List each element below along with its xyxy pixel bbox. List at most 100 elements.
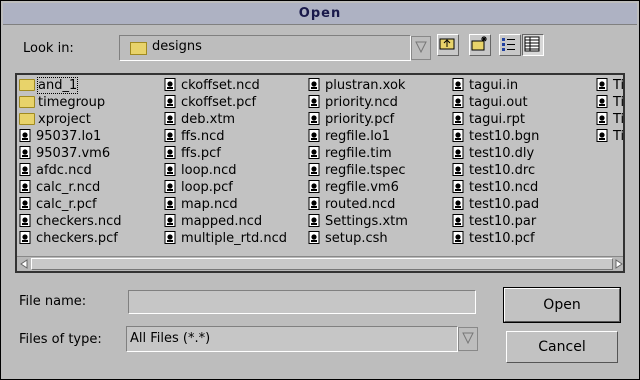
file-name: test10.drc	[469, 163, 536, 178]
file-name: 95037.lo1	[36, 129, 102, 144]
file-item[interactable]: ffs.pcf	[164, 145, 287, 162]
file-icon	[308, 146, 322, 159]
folder-item[interactable]: xproject	[19, 111, 121, 128]
file-name: checkers.pcf	[36, 231, 118, 246]
file-item[interactable]: calc_r.ncd	[19, 179, 121, 196]
file-item[interactable]: test10.drc	[452, 162, 539, 179]
file-icon	[19, 129, 33, 142]
file-name: test10.pad	[469, 197, 540, 212]
file-item[interactable]: loop.pcf	[164, 179, 287, 196]
file-item[interactable]: ckoffset.ncd	[164, 77, 287, 94]
file-icon	[452, 231, 466, 244]
file-name: test10.bgn	[469, 129, 540, 144]
file-item[interactable]: Tir	[596, 111, 623, 128]
file-icon	[452, 78, 466, 91]
file-item[interactable]: test10.pcf	[452, 230, 539, 247]
file-item[interactable]: test10.ncd	[452, 179, 539, 196]
file-item[interactable]: 95037.vm6	[19, 145, 121, 162]
folder-icon	[19, 96, 35, 108]
file-item[interactable]: Tir	[596, 128, 623, 145]
file-icon	[164, 129, 178, 142]
file-item[interactable]: multiple_rtd.ncd	[164, 230, 287, 247]
look-in-value: designs	[152, 39, 202, 54]
file-name: regfile.tspec	[325, 163, 406, 178]
file-name: 95037.vm6	[36, 146, 111, 161]
file-icon	[164, 112, 178, 125]
file-name: calc_r.pcf	[36, 197, 97, 212]
file-item[interactable]: Tir	[596, 94, 623, 111]
file-name: test10.dly	[469, 146, 535, 161]
file-item[interactable]: test10.bgn	[452, 128, 539, 145]
file-item[interactable]: priority.ncd	[308, 94, 408, 111]
file-item[interactable]: routed.ncd	[308, 196, 408, 213]
folder-icon	[130, 42, 147, 55]
up-one-level-button[interactable]	[437, 34, 459, 56]
file-icon	[452, 197, 466, 210]
folder-item[interactable]: and_1	[19, 77, 121, 94]
file-column: Tir Tir Tir Tir	[596, 77, 623, 145]
file-icon	[164, 163, 178, 176]
file-item[interactable]: test10.dly	[452, 145, 539, 162]
file-column: ckoffset.ncd ckoffset.pcf deb.xtm ffs.ncd ff…	[164, 77, 287, 247]
file-item[interactable]: tagui.out	[452, 94, 539, 111]
open-button[interactable]: Open	[503, 287, 621, 323]
file-item[interactable]: calc_r.pcf	[19, 196, 121, 213]
file-item[interactable]: checkers.ncd	[19, 213, 121, 230]
file-item[interactable]: regfile.tim	[308, 145, 408, 162]
file-icon	[308, 231, 322, 244]
file-item[interactable]: test10.pad	[452, 196, 539, 213]
file-name: ckoffset.pcf	[181, 95, 257, 110]
file-item[interactable]: ckoffset.pcf	[164, 94, 287, 111]
new-folder-button[interactable]	[469, 34, 491, 56]
scroll-left-icon[interactable]	[18, 258, 30, 270]
file-item[interactable]: deb.xtm	[164, 111, 287, 128]
look-in-dropdown-button[interactable]	[411, 36, 431, 60]
file-name: deb.xtm	[181, 112, 236, 127]
look-in-dropdown[interactable]: designs	[119, 35, 411, 61]
files-of-type-dropdown[interactable]: All Files (*.*)	[126, 326, 458, 352]
file-item[interactable]: regfile.tspec	[308, 162, 408, 179]
file-item[interactable]: ffs.ncd	[164, 128, 287, 145]
file-item[interactable]: mapped.ncd	[164, 213, 287, 230]
folder-item[interactable]: timegroup	[19, 94, 121, 111]
file-icon	[308, 95, 322, 108]
files-of-type-dropdown-button[interactable]	[458, 327, 478, 351]
file-list[interactable]: and_1 timegroup xproject 95037.lo1 95037.vm6…	[15, 73, 625, 273]
file-name: loop.ncd	[181, 163, 237, 178]
file-name: test10.ncd	[469, 180, 539, 195]
details-view-button[interactable]	[522, 34, 544, 56]
file-item[interactable]: regfile.vm6	[308, 179, 408, 196]
list-view-button[interactable]	[499, 34, 521, 56]
file-name: map.ncd	[181, 197, 238, 212]
file-item[interactable]: test10.par	[452, 213, 539, 230]
file-item[interactable]: 95037.lo1	[19, 128, 121, 145]
file-name: routed.ncd	[325, 197, 396, 212]
file-name: checkers.ncd	[36, 214, 122, 229]
files-of-type-value: All Files (*.*)	[130, 331, 211, 346]
file-icon	[452, 163, 466, 176]
file-name: test10.pcf	[469, 231, 535, 246]
file-name-input[interactable]	[128, 290, 476, 314]
file-item[interactable]: setup.csh	[308, 230, 408, 247]
file-item[interactable]: regfile.lo1	[308, 128, 408, 145]
file-item[interactable]: afdc.ncd	[19, 162, 121, 179]
file-item[interactable]: map.ncd	[164, 196, 287, 213]
up-folder-icon	[439, 38, 455, 50]
scrollbar-thumb[interactable]	[31, 258, 613, 270]
file-item[interactable]: tagui.rpt	[452, 111, 539, 128]
file-icon	[308, 197, 322, 210]
horizontal-scrollbar[interactable]	[17, 256, 623, 271]
file-icon	[452, 146, 466, 159]
file-item[interactable]: tagui.in	[452, 77, 539, 94]
file-name: regfile.vm6	[325, 180, 399, 195]
file-item[interactable]: checkers.pcf	[19, 230, 121, 247]
file-item[interactable]: plustran.xok	[308, 77, 408, 94]
file-icon	[308, 214, 322, 227]
file-item[interactable]: priority.pcf	[308, 111, 408, 128]
file-item[interactable]: Tir	[596, 77, 623, 94]
file-item[interactable]: loop.ncd	[164, 162, 287, 179]
scroll-right-icon[interactable]	[613, 258, 625, 270]
file-item[interactable]: Settings.xtm	[308, 213, 408, 230]
cancel-button[interactable]: Cancel	[506, 331, 618, 363]
file-icon	[452, 129, 466, 142]
